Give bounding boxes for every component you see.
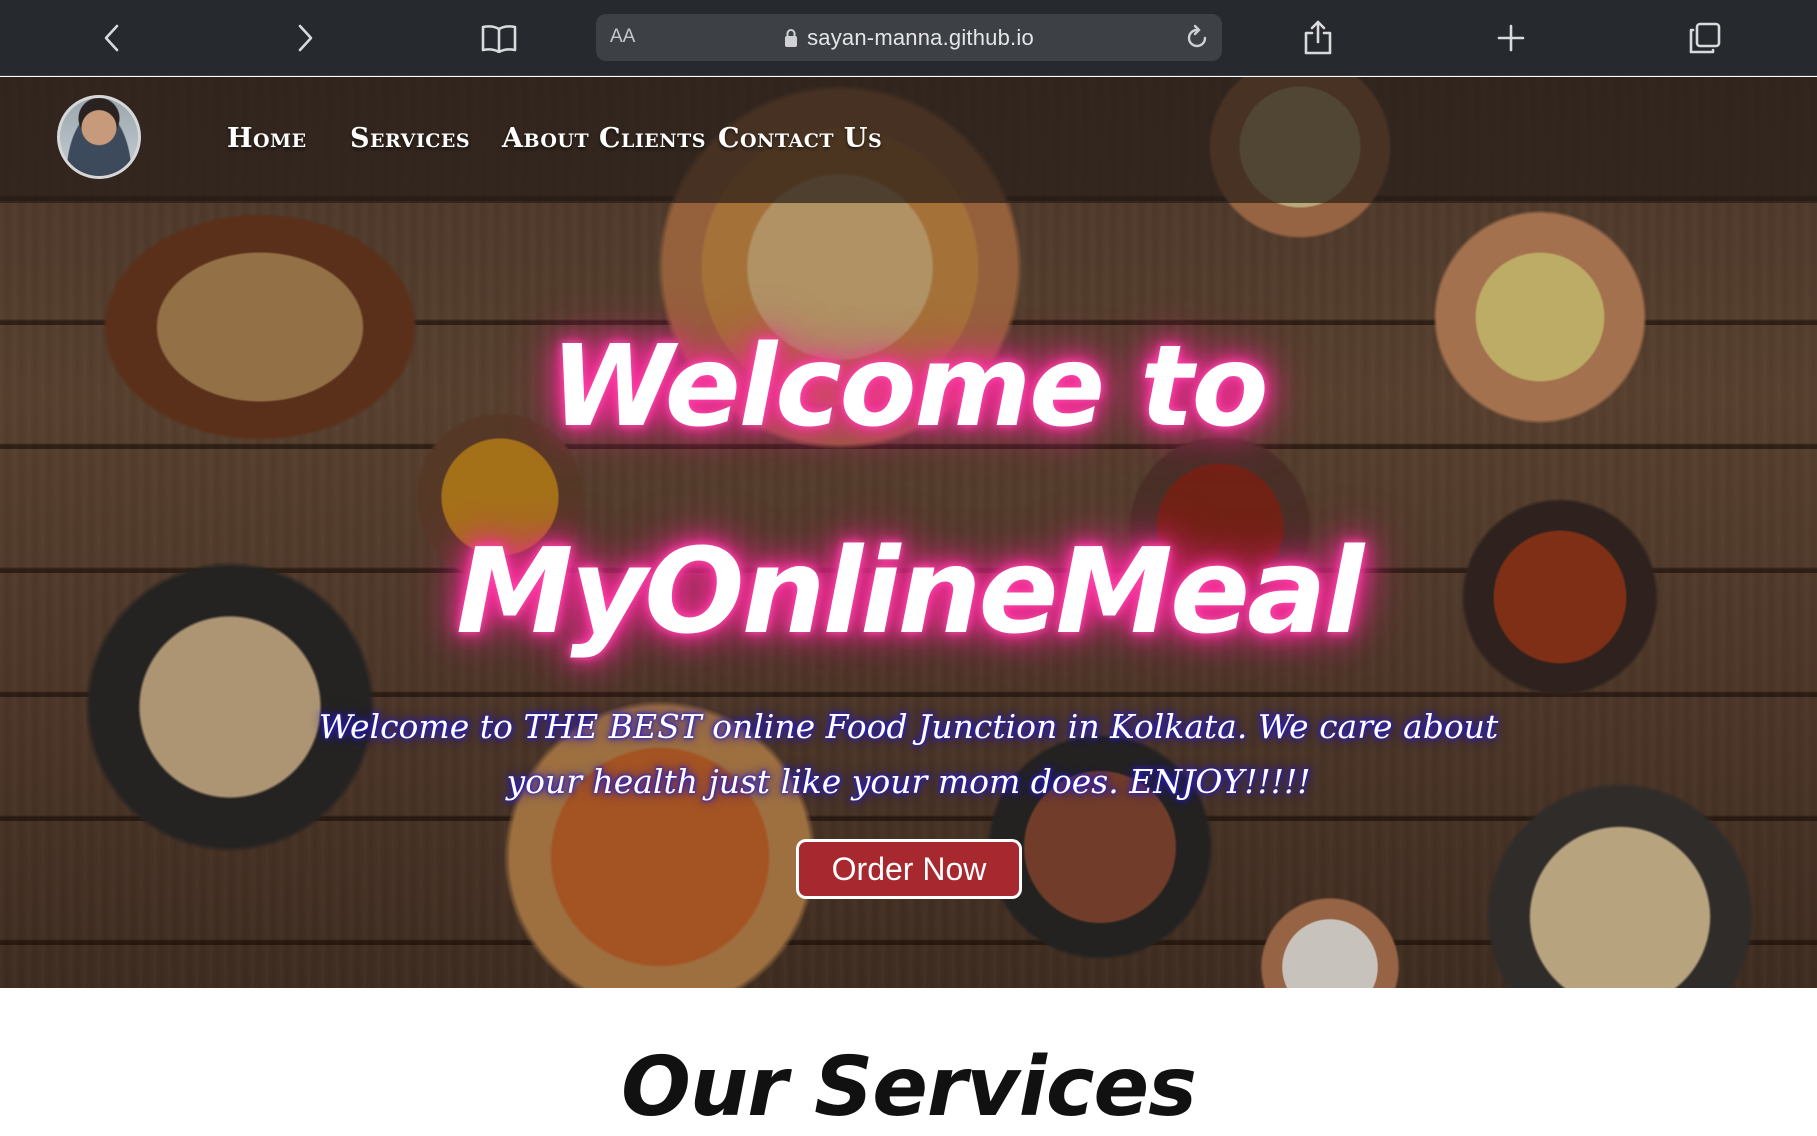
share-button[interactable] xyxy=(1294,14,1342,62)
lock-icon xyxy=(785,28,798,47)
browser-toolbar: AA sayan-manna.github.io xyxy=(0,0,1817,76)
chevron-right-icon xyxy=(298,24,313,52)
address-bar[interactable]: AA sayan-manna.github.io xyxy=(596,14,1222,61)
services-heading: Our Services xyxy=(621,1040,1197,1135)
hero-tagline: Welcome to THE BEST online Food Junction… xyxy=(318,707,1499,801)
main-nav: Home Services About Clients Contact Us xyxy=(0,77,1817,203)
avatar[interactable] xyxy=(57,95,141,179)
hero-headline-line2: MyOnlineMeal xyxy=(455,522,1364,660)
hero-section: Home Services About Clients Contact Us W… xyxy=(0,77,1817,988)
forward-button[interactable] xyxy=(281,14,329,62)
order-now-button[interactable]: Order Now xyxy=(796,839,1022,899)
new-tab-button[interactable] xyxy=(1487,14,1535,62)
nav-link-services[interactable]: Services xyxy=(350,123,470,154)
reload-button[interactable] xyxy=(1180,21,1214,55)
hero-headline-line1: Welcome to xyxy=(550,322,1268,452)
tabs-button[interactable] xyxy=(1681,14,1729,62)
plus-icon xyxy=(1497,24,1525,52)
nav-link-home[interactable]: Home xyxy=(227,123,307,154)
nav-link-contact-us[interactable]: Contact Us xyxy=(718,123,882,154)
chevron-left-icon xyxy=(104,24,119,52)
back-button[interactable] xyxy=(88,14,136,62)
share-icon xyxy=(1304,20,1332,55)
bookmarks-button[interactable] xyxy=(475,14,523,62)
reload-icon xyxy=(1187,24,1207,48)
url-text: sayan-manna.github.io xyxy=(807,24,1034,50)
tabs-icon xyxy=(1689,22,1721,54)
nav-link-about-clients[interactable]: About Clients xyxy=(502,123,706,154)
book-icon xyxy=(481,25,517,53)
